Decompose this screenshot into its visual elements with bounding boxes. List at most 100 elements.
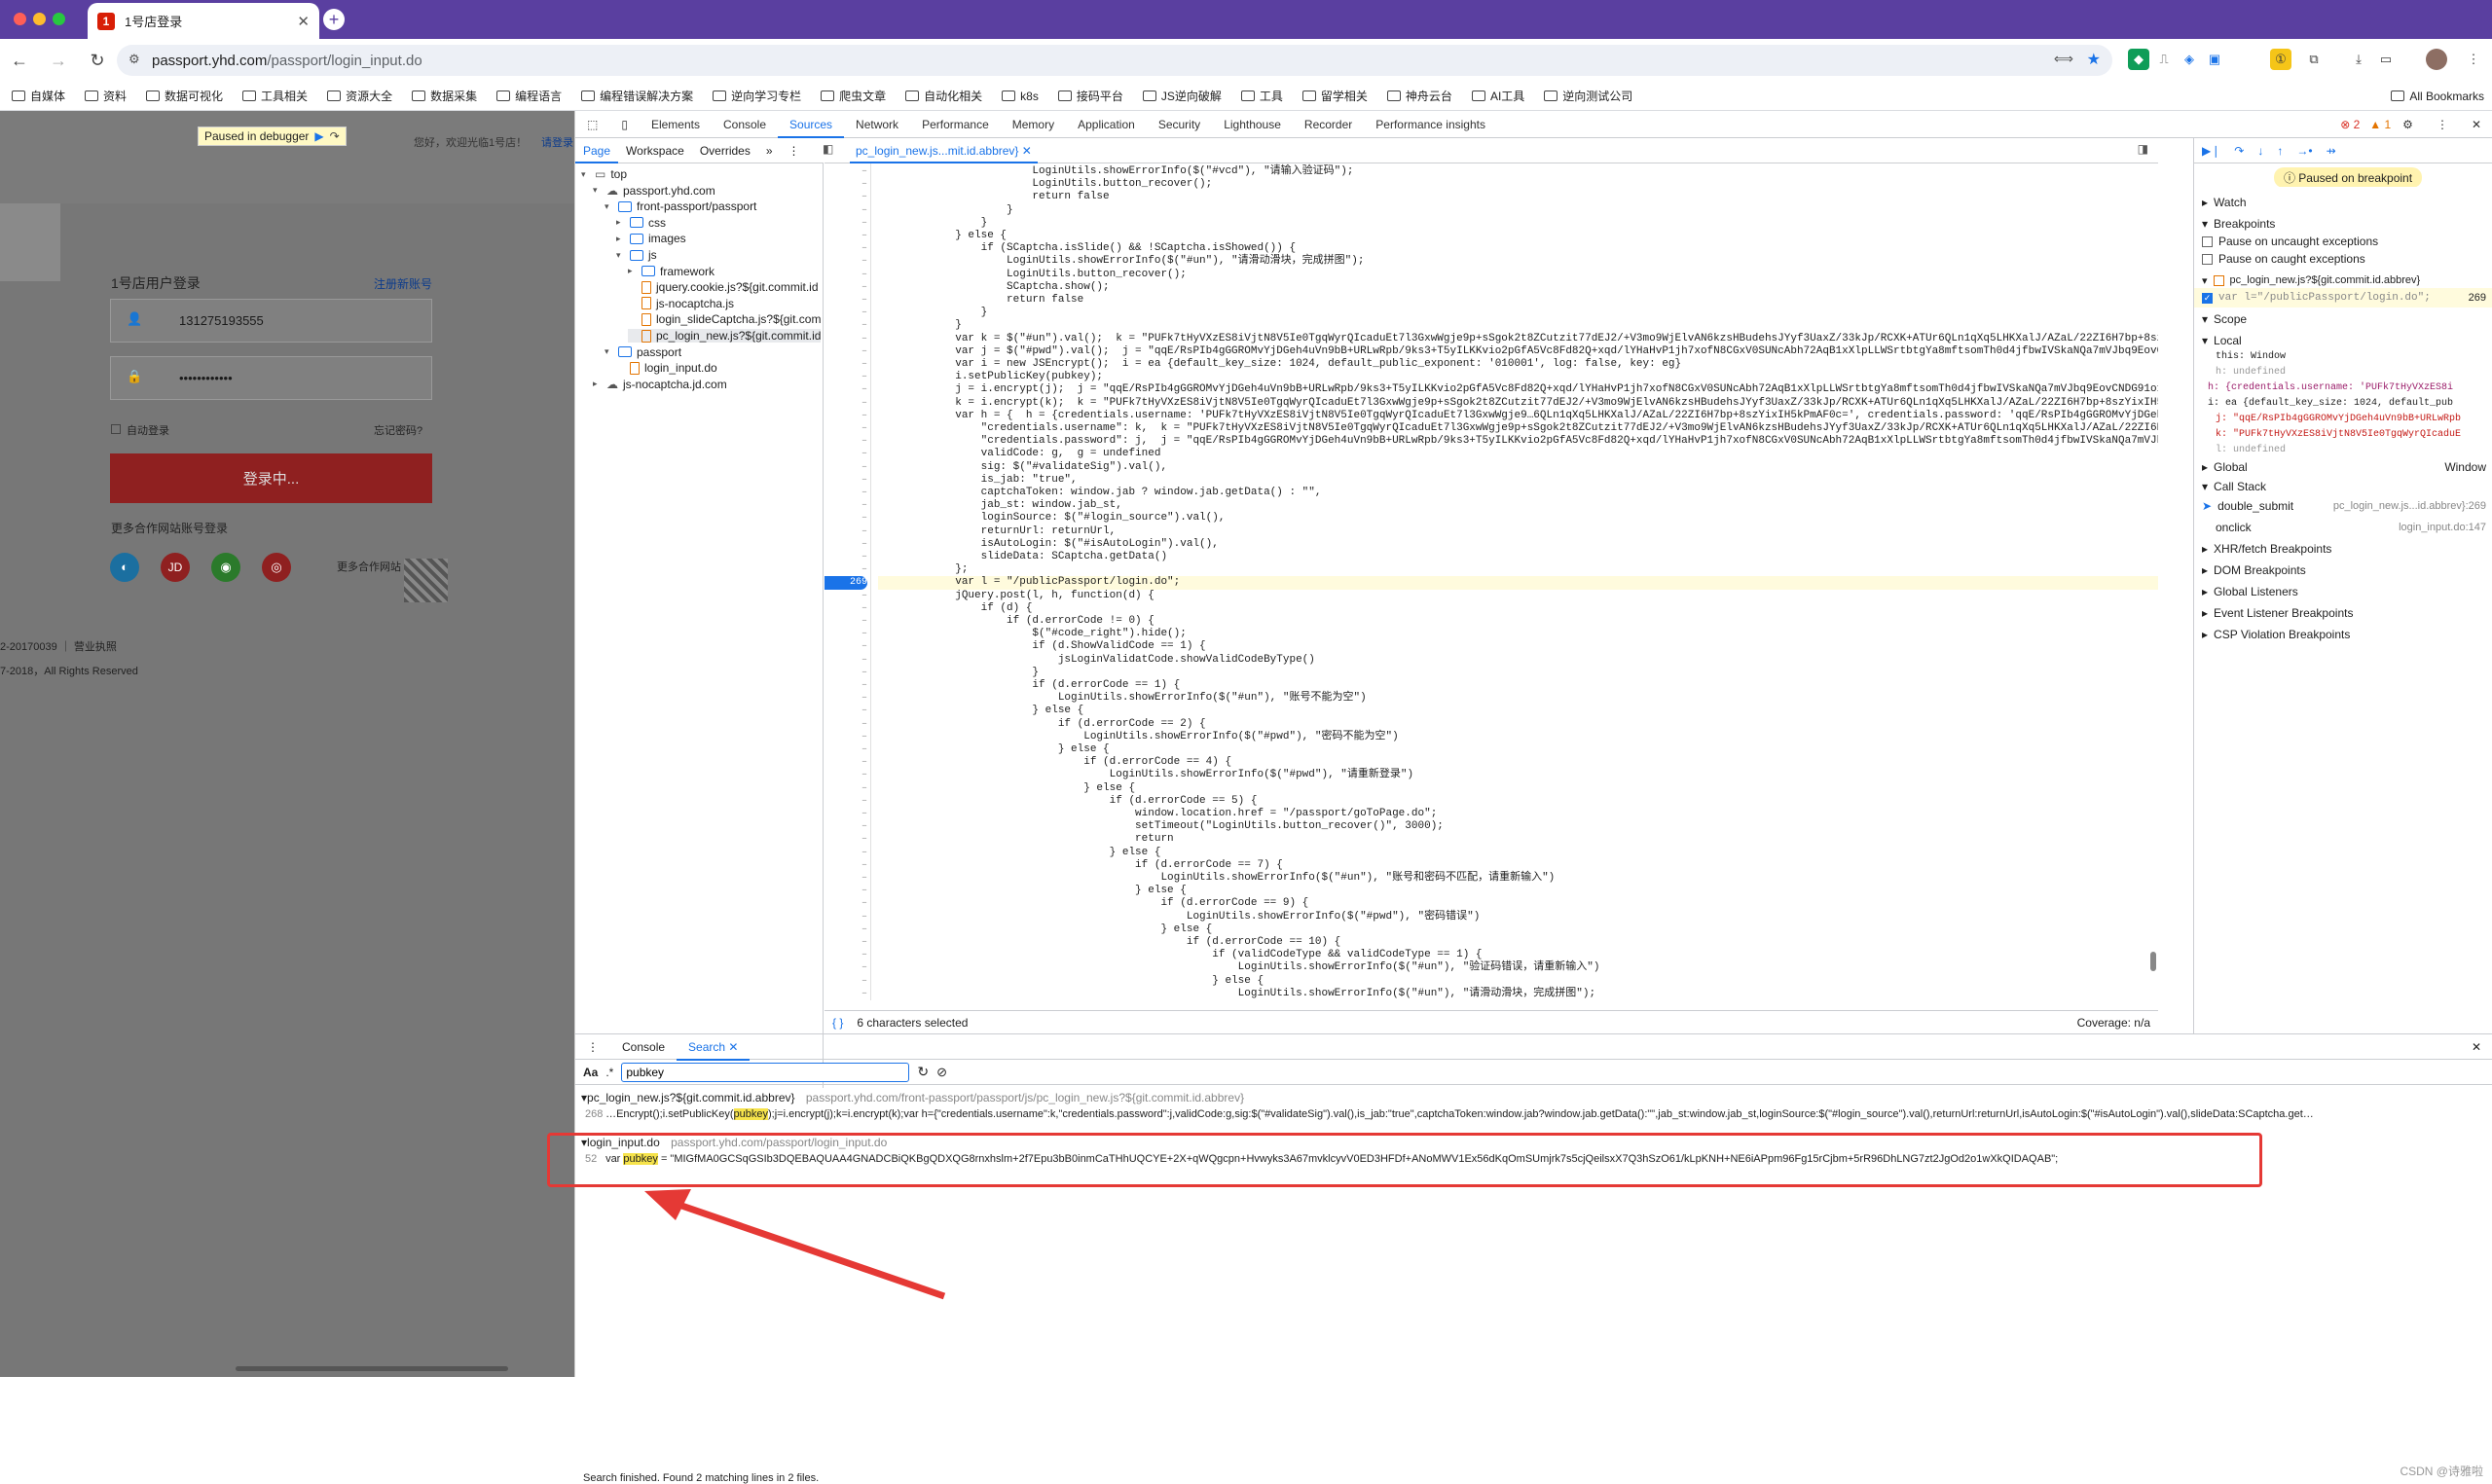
tree-node[interactable]: jquery.cookie.js?${git.commit.id [628, 280, 819, 294]
code-line[interactable]: var i = new JSEncrypt(); i = ea {default… [878, 358, 1681, 371]
bookmark-item[interactable]: AI工具 [1471, 88, 1524, 104]
tab-elements[interactable]: Elements [640, 111, 712, 138]
code-line[interactable]: } else { [878, 975, 1264, 988]
tree-node[interactable]: ▾ js [616, 248, 657, 262]
bookmark-item[interactable]: 资料 [85, 88, 127, 104]
code-line[interactable]: window.location.href = "/passport/goToPa… [878, 808, 1437, 820]
step-out-icon[interactable]: ↑ [2277, 144, 2283, 158]
tree-node[interactable]: pc_login_new.js?${git.commit.id [628, 329, 822, 343]
tree-node[interactable]: ▸ ☁ js-nocaptcha.jd.com [593, 378, 727, 391]
code-line[interactable]: if (d.errorCode == 5) { [878, 795, 1258, 808]
global-listeners-section[interactable]: ▸ Global Listeners [2194, 582, 2492, 601]
tree-chevron-icon[interactable]: ▾ [605, 346, 613, 357]
line-number[interactable]: – [825, 602, 867, 615]
code-line[interactable]: LoginUtils.showErrorInfo($("#un"), "请滑动滑… [878, 988, 1595, 1000]
tree-chevron-icon[interactable]: ▾ [616, 250, 625, 261]
bookmark-item[interactable]: 逆向测试公司 [1544, 88, 1632, 104]
line-number[interactable]: – [825, 422, 867, 435]
weibo-login-icon[interactable]: ◎ [262, 553, 291, 582]
more-tabs-icon[interactable]: » [758, 138, 781, 163]
line-number[interactable]: – [825, 525, 867, 538]
line-number[interactable]: – [825, 756, 867, 769]
bookmark-item[interactable]: 数据可视化 [146, 88, 223, 104]
line-number[interactable]: – [825, 769, 867, 781]
bookmark-item[interactable]: 资源大全 [327, 88, 392, 104]
resume-icon[interactable]: ▶ [314, 129, 323, 143]
line-number[interactable]: – [825, 679, 867, 692]
breakpoint-checkbox[interactable]: ✓ [2202, 292, 2213, 304]
code-line[interactable]: if (d.errorCode == 1) { [878, 679, 1180, 692]
line-number[interactable]: – [825, 961, 867, 974]
tree-node[interactable]: login_input.do [616, 361, 717, 375]
site-info-icon[interactable]: ⚙ [128, 52, 140, 67]
page-scrollbar[interactable] [236, 1366, 508, 1371]
bookmark-item[interactable]: 自媒体 [12, 88, 65, 104]
pretty-print-icon[interactable]: { } [832, 1016, 843, 1030]
line-number[interactable]: – [825, 897, 867, 910]
tree-node[interactable]: ▾ ▭ top [581, 167, 627, 181]
code-line[interactable]: "credentials.username": k, k = "PUFk7tHy… [878, 422, 2158, 435]
menu-kebab-icon[interactable]: ⋮ [2463, 49, 2484, 70]
result-file[interactable]: ▾pc_login_new.js?${git.commit.id.abbrev}… [581, 1091, 1244, 1104]
jd-login-icon[interactable]: JD [161, 553, 190, 582]
code-line[interactable]: SCaptcha.show(); [878, 281, 1110, 294]
code-line[interactable]: var k = $("#un").val(); k = "PUFk7tHyVXz… [878, 333, 2158, 345]
deactivate-breakpoints-icon[interactable]: ⇸ [2327, 144, 2336, 158]
tree-node[interactable]: js-nocaptcha.js [628, 297, 734, 310]
code-line[interactable]: if (d.ShowValidCode == 1) { [878, 640, 1205, 653]
download-icon[interactable]: ⤓ [2348, 49, 2369, 70]
devtools-menu-icon[interactable]: ⋮ [2425, 111, 2460, 138]
line-number[interactable]: – [825, 743, 867, 756]
login-button[interactable]: 登录中... [110, 453, 432, 503]
login-link[interactable]: 请登录 [541, 134, 573, 150]
tree-node[interactable]: ▾ front-passport/passport [605, 199, 756, 213]
result-line[interactable]: 268 …Encrypt();i.setPublicKey(pubkey);j=… [585, 1108, 2483, 1120]
line-number[interactable]: – [825, 667, 867, 679]
code-line[interactable]: i.setPublicKey(pubkey); [878, 371, 1103, 383]
line-number[interactable]: – [825, 975, 867, 988]
search-input[interactable] [621, 1062, 910, 1082]
code-line[interactable]: return false [878, 294, 1083, 307]
line-number[interactable]: – [825, 590, 867, 602]
code-line[interactable]: } [878, 307, 988, 319]
line-number[interactable]: – [825, 628, 867, 640]
extension-icon[interactable]: ◆ [2128, 49, 2149, 70]
event-listener-breakpoints-section[interactable]: ▸ Event Listener Breakpoints [2194, 603, 2492, 623]
line-number[interactable]: – [825, 255, 867, 268]
breakpoints-section[interactable]: ▾ Breakpoints [2194, 214, 2492, 234]
code-line[interactable]: returnUrl: returnUrl, [878, 525, 1117, 538]
line-number[interactable]: – [825, 269, 867, 281]
toggle-navigator-icon[interactable]: ◧ [823, 142, 833, 156]
tree-chevron-icon[interactable]: ▸ [616, 217, 625, 228]
code-line[interactable]: if (d) { [878, 602, 1033, 615]
line-number[interactable]: – [825, 307, 867, 319]
line-number[interactable]: – [825, 795, 867, 808]
tab-page[interactable]: Page [575, 138, 619, 163]
code-line[interactable]: } else { [878, 847, 1161, 859]
code-line[interactable]: } else { [878, 743, 1110, 756]
code-line[interactable]: if (SCaptcha.isSlide() && !SCaptcha.isSh… [878, 242, 1296, 255]
bookmark-star-icon[interactable]: ★ [2087, 50, 2101, 69]
code-line[interactable]: isAutoLogin: $("#isAutoLogin").val(), [878, 538, 1219, 551]
line-number[interactable]: – [825, 294, 867, 307]
line-number[interactable]: – [825, 319, 867, 332]
code-editor[interactable]: – – – – – – – – – – – – – – – – – – – – – – – – – – – – – – – –269– – – – –… [825, 163, 2158, 1000]
scope-var-l[interactable]: l: undefined [2194, 440, 2492, 459]
bookmark-item[interactable]: 编程语言 [496, 88, 562, 104]
sidepanel-icon[interactable]: ▭ [2375, 49, 2397, 70]
match-case-toggle[interactable]: Aa [583, 1066, 598, 1079]
clear-icon[interactable]: ⊘ [936, 1065, 947, 1080]
code-line[interactable]: }; [878, 563, 968, 576]
extension-icon[interactable]: ◈ [2179, 49, 2200, 70]
code-line[interactable]: } [878, 204, 1013, 217]
line-number[interactable]: – [825, 847, 867, 859]
tab-performance-insights[interactable]: Performance insights [1364, 111, 1497, 138]
code-line[interactable]: LoginUtils.showErrorInfo($("#un"), "请滑动滑… [878, 255, 1364, 268]
code-line[interactable]: if (d.errorCode != 0) { [878, 615, 1154, 628]
editor-scrollbar[interactable] [2150, 952, 2156, 971]
code-line[interactable]: var l = "/publicPassport/login.do"; [878, 576, 2158, 590]
line-number[interactable]: – [825, 808, 867, 820]
line-number[interactable]: – [825, 474, 867, 487]
code-line[interactable]: if (d.errorCode == 2) { [878, 718, 1206, 731]
code-line[interactable]: jsLoginValidatCode.showValidCodeByType() [878, 654, 1315, 667]
